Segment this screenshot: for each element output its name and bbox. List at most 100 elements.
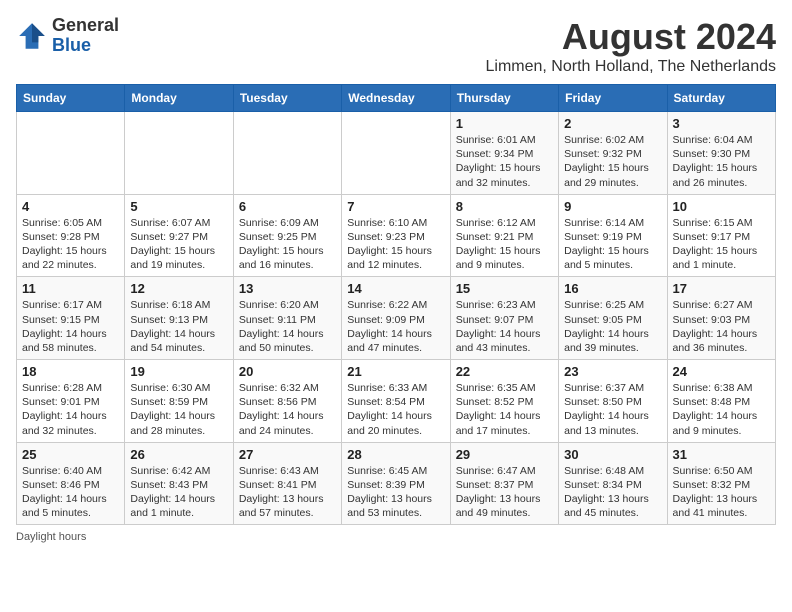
calendar-week-3: 11Sunrise: 6:17 AM Sunset: 9:15 PM Dayli… xyxy=(17,277,776,360)
weekday-header-wednesday: Wednesday xyxy=(342,85,450,112)
day-detail: Sunrise: 6:02 AM Sunset: 9:32 PM Dayligh… xyxy=(564,133,661,190)
weekday-header-saturday: Saturday xyxy=(667,85,775,112)
calendar-cell: 12 Sunrise: 6:18 AM Sunset: 9:13 PM Dayli… xyxy=(125,277,233,360)
day-number: 29 xyxy=(456,447,553,462)
title-block: August 2024 Limmen, North Holland, The N… xyxy=(485,16,776,76)
day-number: 10 xyxy=(673,199,770,214)
calendar-cell: 10 Sunrise: 6:15 AM Sunset: 9:17 PM Dayli… xyxy=(667,194,775,277)
day-detail: Sunrise: 6:43 AM Sunset: 8:41 PM Dayligh… xyxy=(239,464,336,521)
weekday-header-sunday: Sunday xyxy=(17,85,125,112)
calendar-table: SundayMondayTuesdayWednesdayThursdayFrid… xyxy=(16,84,776,525)
day-number: 16 xyxy=(564,281,661,296)
calendar-cell xyxy=(233,112,341,195)
day-number: 5 xyxy=(130,199,227,214)
weekday-header-friday: Friday xyxy=(559,85,667,112)
day-number: 3 xyxy=(673,116,770,131)
day-detail: Sunrise: 6:17 AM Sunset: 9:15 PM Dayligh… xyxy=(22,298,119,355)
day-number: 30 xyxy=(564,447,661,462)
calendar-cell: 18 Sunrise: 6:28 AM Sunset: 9:01 PM Dayli… xyxy=(17,360,125,443)
day-number: 25 xyxy=(22,447,119,462)
calendar-cell: 26Sunrise: 6:42 AM Sunset: 8:43 PM Dayli… xyxy=(125,442,233,525)
calendar-cell: 27 Sunrise: 6:43 AM Sunset: 8:41 PM Dayli… xyxy=(233,442,341,525)
calendar-header: SundayMondayTuesdayWednesdayThursdayFrid… xyxy=(17,85,776,112)
calendar-cell: 19 Sunrise: 6:30 AM Sunset: 8:59 PM Dayli… xyxy=(125,360,233,443)
day-number: 12 xyxy=(130,281,227,296)
day-number: 22 xyxy=(456,364,553,379)
day-detail: Sunrise: 6:32 AM Sunset: 8:56 PM Dayligh… xyxy=(239,381,336,438)
logo-icon xyxy=(16,20,48,52)
calendar-cell xyxy=(342,112,450,195)
day-detail: Sunrise: 6:38 AM Sunset: 8:48 PM Dayligh… xyxy=(673,381,770,438)
calendar-cell: 28 Sunrise: 6:45 AM Sunset: 8:39 PM Dayli… xyxy=(342,442,450,525)
day-detail: Sunrise: 6:22 AM Sunset: 9:09 PM Dayligh… xyxy=(347,298,444,355)
calendar-week-4: 18 Sunrise: 6:28 AM Sunset: 9:01 PM Dayli… xyxy=(17,360,776,443)
location: Limmen, North Holland, The Netherlands xyxy=(485,58,776,76)
day-detail: Sunrise: 6:23 AM Sunset: 9:07 PM Dayligh… xyxy=(456,298,553,355)
calendar-cell: 17Sunrise: 6:27 AM Sunset: 9:03 PM Dayli… xyxy=(667,277,775,360)
calendar-week-2: 4 Sunrise: 6:05 AM Sunset: 9:28 PM Daylig… xyxy=(17,194,776,277)
day-detail: Sunrise: 6:09 AM Sunset: 9:25 PM Dayligh… xyxy=(239,216,336,273)
day-detail: Sunrise: 6:27 AM Sunset: 9:03 PM Dayligh… xyxy=(673,298,770,355)
calendar-cell: 14 Sunrise: 6:22 AM Sunset: 9:09 PM Dayli… xyxy=(342,277,450,360)
day-number: 4 xyxy=(22,199,119,214)
day-number: 7 xyxy=(347,199,444,214)
day-detail: Sunrise: 6:20 AM Sunset: 9:11 PM Dayligh… xyxy=(239,298,336,355)
day-number: 15 xyxy=(456,281,553,296)
calendar-cell: 31 Sunrise: 6:50 AM Sunset: 8:32 PM Dayli… xyxy=(667,442,775,525)
calendar-cell: 11Sunrise: 6:17 AM Sunset: 9:15 PM Dayli… xyxy=(17,277,125,360)
footer-note: Daylight hours xyxy=(16,531,776,543)
calendar-cell: 30 Sunrise: 6:48 AM Sunset: 8:34 PM Dayli… xyxy=(559,442,667,525)
calendar-cell: 4 Sunrise: 6:05 AM Sunset: 9:28 PM Daylig… xyxy=(17,194,125,277)
day-number: 14 xyxy=(347,281,444,296)
day-detail: Sunrise: 6:35 AM Sunset: 8:52 PM Dayligh… xyxy=(456,381,553,438)
day-number: 31 xyxy=(673,447,770,462)
day-detail: Sunrise: 6:25 AM Sunset: 9:05 PM Dayligh… xyxy=(564,298,661,355)
calendar-cell: 6 Sunrise: 6:09 AM Sunset: 9:25 PM Daylig… xyxy=(233,194,341,277)
day-detail: Sunrise: 6:50 AM Sunset: 8:32 PM Dayligh… xyxy=(673,464,770,521)
day-detail: Sunrise: 6:04 AM Sunset: 9:30 PM Dayligh… xyxy=(673,133,770,190)
day-detail: Sunrise: 6:10 AM Sunset: 9:23 PM Dayligh… xyxy=(347,216,444,273)
calendar-cell: 21 Sunrise: 6:33 AM Sunset: 8:54 PM Dayli… xyxy=(342,360,450,443)
calendar-body: 1Sunrise: 6:01 AM Sunset: 9:34 PM Daylig… xyxy=(17,112,776,525)
calendar-cell: 2Sunrise: 6:02 AM Sunset: 9:32 PM Daylig… xyxy=(559,112,667,195)
day-number: 8 xyxy=(456,199,553,214)
day-detail: Sunrise: 6:33 AM Sunset: 8:54 PM Dayligh… xyxy=(347,381,444,438)
day-detail: Sunrise: 6:15 AM Sunset: 9:17 PM Dayligh… xyxy=(673,216,770,273)
day-detail: Sunrise: 6:48 AM Sunset: 8:34 PM Dayligh… xyxy=(564,464,661,521)
calendar-cell: 13 Sunrise: 6:20 AM Sunset: 9:11 PM Dayli… xyxy=(233,277,341,360)
calendar-cell: 1Sunrise: 6:01 AM Sunset: 9:34 PM Daylig… xyxy=(450,112,558,195)
month-year: August 2024 xyxy=(485,16,776,58)
day-detail: Sunrise: 6:28 AM Sunset: 9:01 PM Dayligh… xyxy=(22,381,119,438)
day-detail: Sunrise: 6:05 AM Sunset: 9:28 PM Dayligh… xyxy=(22,216,119,273)
day-number: 24 xyxy=(673,364,770,379)
calendar-cell: 7 Sunrise: 6:10 AM Sunset: 9:23 PM Daylig… xyxy=(342,194,450,277)
calendar-cell xyxy=(17,112,125,195)
day-number: 27 xyxy=(239,447,336,462)
calendar-cell: 24 Sunrise: 6:38 AM Sunset: 8:48 PM Dayli… xyxy=(667,360,775,443)
weekday-header-tuesday: Tuesday xyxy=(233,85,341,112)
weekday-header-row: SundayMondayTuesdayWednesdayThursdayFrid… xyxy=(17,85,776,112)
day-number: 21 xyxy=(347,364,444,379)
calendar-cell xyxy=(125,112,233,195)
day-detail: Sunrise: 6:07 AM Sunset: 9:27 PM Dayligh… xyxy=(130,216,227,273)
day-number: 9 xyxy=(564,199,661,214)
day-number: 6 xyxy=(239,199,336,214)
calendar-cell: 16 Sunrise: 6:25 AM Sunset: 9:05 PM Dayli… xyxy=(559,277,667,360)
day-number: 19 xyxy=(130,364,227,379)
day-detail: Sunrise: 6:45 AM Sunset: 8:39 PM Dayligh… xyxy=(347,464,444,521)
day-number: 26 xyxy=(130,447,227,462)
weekday-header-thursday: Thursday xyxy=(450,85,558,112)
day-number: 13 xyxy=(239,281,336,296)
day-detail: Sunrise: 6:14 AM Sunset: 9:19 PM Dayligh… xyxy=(564,216,661,273)
day-detail: Sunrise: 6:30 AM Sunset: 8:59 PM Dayligh… xyxy=(130,381,227,438)
day-detail: Sunrise: 6:18 AM Sunset: 9:13 PM Dayligh… xyxy=(130,298,227,355)
calendar-cell: 3 Sunrise: 6:04 AM Sunset: 9:30 PM Daylig… xyxy=(667,112,775,195)
weekday-header-monday: Monday xyxy=(125,85,233,112)
day-detail: Sunrise: 6:47 AM Sunset: 8:37 PM Dayligh… xyxy=(456,464,553,521)
calendar-week-1: 1Sunrise: 6:01 AM Sunset: 9:34 PM Daylig… xyxy=(17,112,776,195)
logo: General Blue xyxy=(16,16,119,56)
day-number: 28 xyxy=(347,447,444,462)
day-detail: Sunrise: 6:40 AM Sunset: 8:46 PM Dayligh… xyxy=(22,464,119,521)
day-number: 18 xyxy=(22,364,119,379)
calendar-cell: 20Sunrise: 6:32 AM Sunset: 8:56 PM Dayli… xyxy=(233,360,341,443)
